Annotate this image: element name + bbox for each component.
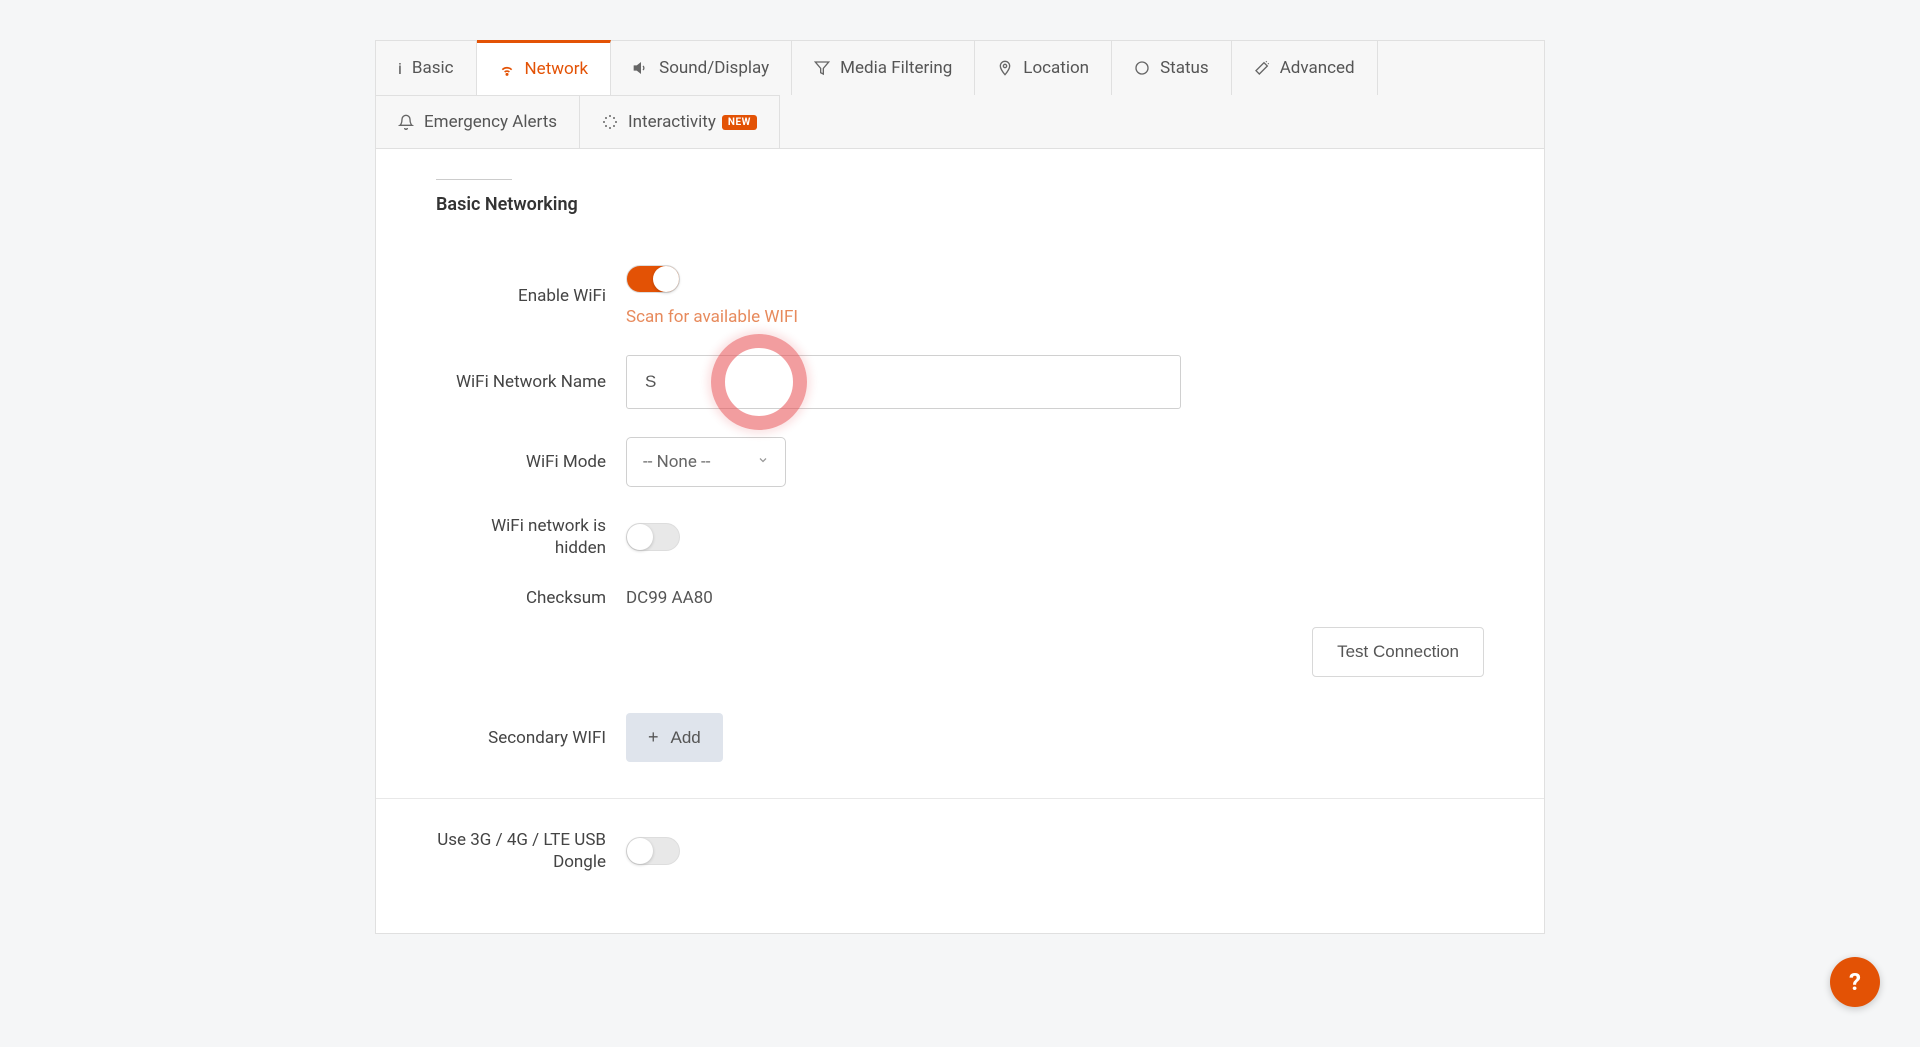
info-icon: i xyxy=(398,59,402,78)
wifi-icon xyxy=(499,61,515,77)
plus-icon: + xyxy=(648,727,659,748)
tab-status[interactable]: Status xyxy=(1112,41,1232,95)
wand-icon xyxy=(1254,60,1270,76)
enable-wifi-label: Enable WiFi xyxy=(436,285,626,307)
tab-advanced[interactable]: Advanced xyxy=(1232,41,1378,95)
tabs-row-1: i Basic Network Sound/Display Media Filt… xyxy=(376,41,1544,149)
row-checksum: Checksum DC99 AA80 xyxy=(436,587,1484,609)
tab-emergency-alerts[interactable]: Emergency Alerts xyxy=(376,95,580,148)
tab-sound-display[interactable]: Sound/Display xyxy=(611,41,792,95)
tab-location[interactable]: Location xyxy=(975,41,1112,95)
row-wifi-hidden: WiFi network is hidden xyxy=(436,515,1484,559)
wifi-mode-select[interactable]: -- None -- xyxy=(626,437,786,487)
sound-icon xyxy=(633,60,649,76)
wifi-network-name-label: WiFi Network Name xyxy=(436,371,626,393)
tab-network[interactable]: Network xyxy=(477,40,612,95)
enable-wifi-toggle[interactable] xyxy=(626,265,680,293)
bell-icon xyxy=(398,114,414,130)
tab-label: Sound/Display xyxy=(659,58,769,78)
row-use-dongle: Use 3G / 4G / LTE USB Dongle xyxy=(436,829,1484,873)
tab-label: Basic xyxy=(412,58,454,78)
chevron-down-icon xyxy=(757,454,769,470)
scan-wifi-link[interactable]: Scan for available WIFI xyxy=(626,307,798,327)
new-badge: NEW xyxy=(722,115,757,130)
row-secondary-wifi: Secondary WIFI + Add xyxy=(436,713,1484,762)
row-wifi-network-name: WiFi Network Name xyxy=(436,355,1484,409)
help-icon: ? xyxy=(1849,968,1861,996)
location-icon xyxy=(997,60,1013,76)
add-secondary-wifi-button[interactable]: + Add xyxy=(626,713,723,762)
filter-icon xyxy=(814,60,830,76)
tab-label: Network xyxy=(525,59,589,79)
tab-label: Advanced xyxy=(1280,58,1355,78)
tab-interactivity[interactable]: Interactivity NEW xyxy=(580,95,780,148)
tab-label: Location xyxy=(1023,58,1089,78)
checksum-label: Checksum xyxy=(436,587,626,609)
tab-media-filtering[interactable]: Media Filtering xyxy=(792,41,975,95)
help-button[interactable]: ? xyxy=(1830,957,1880,1007)
test-connection-button[interactable]: Test Connection xyxy=(1312,627,1484,677)
secondary-wifi-label: Secondary WIFI xyxy=(436,727,626,749)
tab-basic[interactable]: i Basic xyxy=(376,41,477,95)
tab-label: Status xyxy=(1160,58,1209,78)
add-button-label: Add xyxy=(671,728,701,748)
wifi-mode-value: -- None -- xyxy=(643,452,710,472)
tab-label: Emergency Alerts xyxy=(424,112,557,132)
wifi-hidden-toggle[interactable] xyxy=(626,523,680,551)
wifi-network-name-input[interactable] xyxy=(626,355,1181,409)
wifi-mode-label: WiFi Mode xyxy=(436,451,626,473)
row-enable-wifi: Enable WiFi Scan for available WIFI xyxy=(436,265,1484,327)
wifi-hidden-label: WiFi network is hidden xyxy=(436,515,626,559)
content-area: Basic Networking Enable WiFi Scan for av… xyxy=(376,149,1544,933)
row-wifi-mode: WiFi Mode -- None -- xyxy=(436,437,1484,487)
tab-label: Media Filtering xyxy=(840,58,952,78)
tab-label: Interactivity xyxy=(628,112,716,132)
section-divider-line xyxy=(436,179,512,180)
use-dongle-label: Use 3G / 4G / LTE USB Dongle xyxy=(436,829,626,873)
checksum-value: DC99 AA80 xyxy=(626,588,713,608)
section-divider xyxy=(376,798,1544,799)
use-dongle-toggle[interactable] xyxy=(626,837,680,865)
row-test-connection: Test Connection xyxy=(436,627,1484,677)
spinner-icon xyxy=(602,114,618,130)
settings-panel: i Basic Network Sound/Display Media Filt… xyxy=(375,40,1545,934)
status-icon xyxy=(1134,60,1150,76)
section-title: Basic Networking xyxy=(436,194,1484,215)
